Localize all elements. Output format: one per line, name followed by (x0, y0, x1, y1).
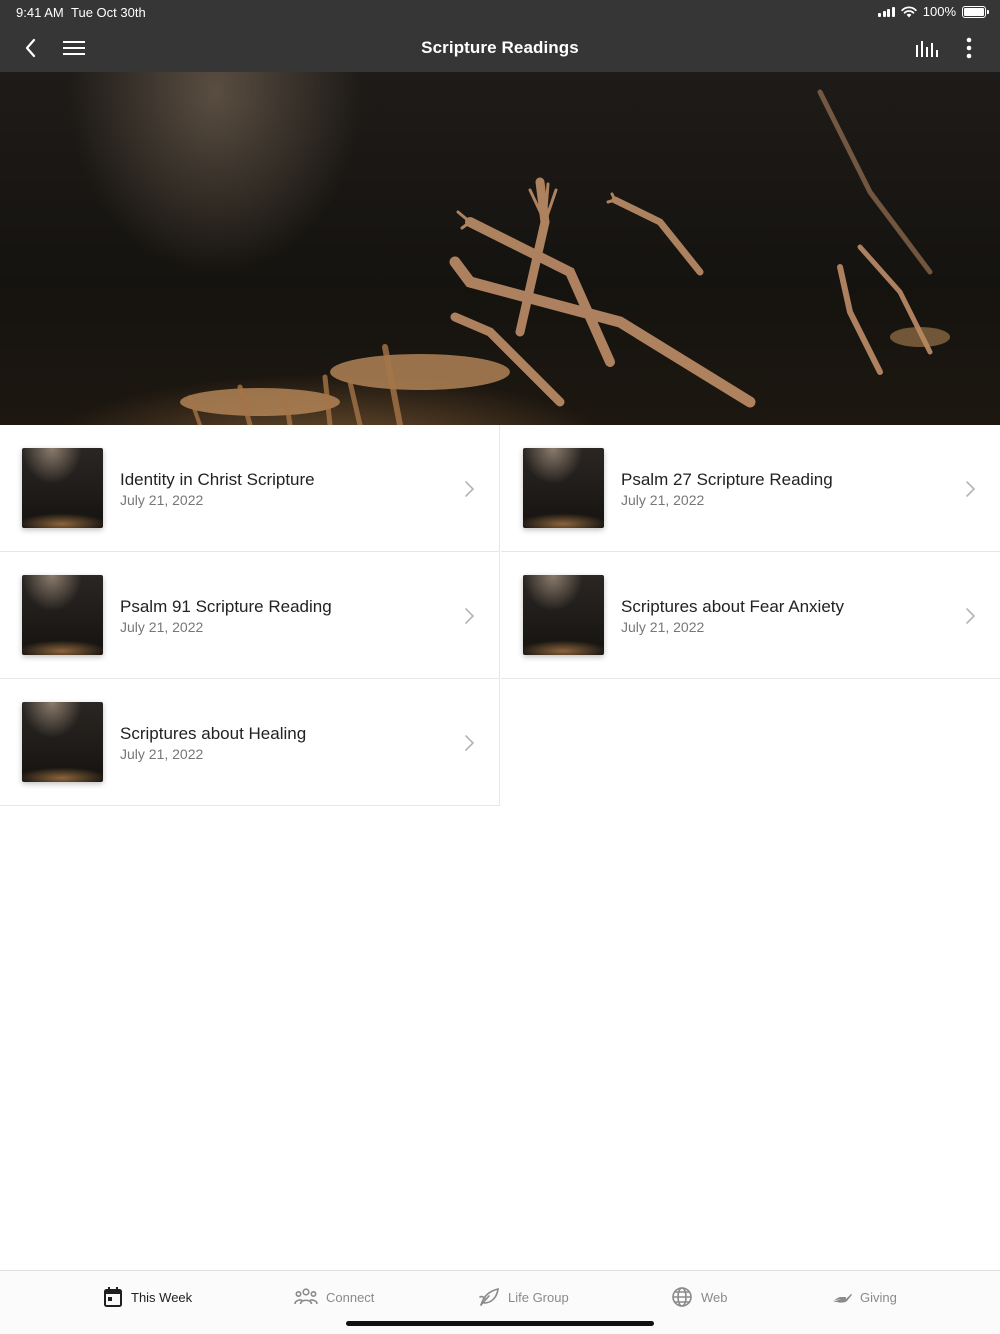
chevron-right-icon (966, 608, 976, 624)
bar-chart-icon (916, 41, 938, 57)
item-thumbnail (523, 575, 604, 655)
page-title: Scripture Readings (421, 38, 579, 57)
list-item[interactable]: Psalm 27 Scripture Reading July 21, 2022 (501, 425, 1000, 552)
item-date: July 21, 2022 (120, 746, 204, 762)
stats-button[interactable] (911, 34, 941, 62)
tab-web[interactable]: Web (671, 1285, 728, 1309)
list-item[interactable]: Identity in Christ Scripture July 21, 20… (0, 425, 500, 552)
tab-label: Life Group (508, 1289, 569, 1305)
more-options-button[interactable] (954, 34, 984, 62)
tab-giving[interactable]: Giving (830, 1285, 897, 1309)
wifi-icon (901, 5, 917, 17)
more-vertical-icon (966, 37, 972, 59)
list-item[interactable]: Psalm 91 Scripture Reading July 21, 2022 (0, 552, 500, 679)
tab-label: This Week (131, 1289, 193, 1305)
battery-icon (962, 5, 989, 18)
tab-life-group[interactable]: Life Group (478, 1285, 569, 1309)
battery-percent: 100% (922, 4, 956, 19)
status-bar: 9:41 AM Tue Oct 30th 100% (0, 0, 1000, 24)
chevron-right-icon (966, 481, 976, 497)
status-right: 100% (878, 4, 989, 19)
hero-image (0, 72, 1000, 425)
cellular-signal-icon (878, 6, 895, 17)
item-title: Psalm 27 Scripture Reading (621, 470, 833, 489)
item-title: Identity in Christ Scripture (120, 470, 315, 489)
globe-icon (672, 1287, 692, 1307)
item-date: July 21, 2022 (120, 492, 204, 508)
item-date: July 21, 2022 (621, 492, 705, 508)
people-icon (294, 1288, 318, 1305)
calendar-icon (104, 1287, 122, 1307)
leaf-icon (479, 1287, 499, 1306)
item-thumbnail (22, 702, 103, 782)
chevron-right-icon (465, 608, 475, 624)
status-date: Tue Oct 30th (71, 5, 146, 20)
tab-this-week[interactable]: This Week (103, 1285, 192, 1309)
top-bar: 9:41 AM Tue Oct 30th 100% Scripture Read… (0, 0, 1000, 72)
item-thumbnail (22, 575, 103, 655)
item-title: Scriptures about Healing (120, 724, 307, 743)
navigation-bar: Scripture Readings (0, 24, 1000, 72)
home-indicator[interactable] (346, 1321, 654, 1326)
item-thumbnail (523, 448, 604, 528)
tab-label: Connect (326, 1289, 375, 1305)
chevron-right-icon (465, 481, 475, 497)
item-date: July 21, 2022 (120, 619, 204, 635)
raised-hands-illustration (180, 89, 950, 425)
tab-label: Web (701, 1289, 728, 1305)
tab-connect[interactable]: Connect (294, 1285, 374, 1309)
giving-hand-icon (831, 1293, 852, 1303)
list-item[interactable]: Scriptures about Fear Anxiety July 21, 2… (501, 552, 1000, 679)
status-time: 9:41 AM (16, 5, 64, 20)
item-date: July 21, 2022 (621, 619, 705, 635)
chevron-right-icon (465, 735, 475, 751)
tab-label: Giving (860, 1289, 897, 1305)
item-thumbnail (22, 448, 103, 528)
item-title: Psalm 91 Scripture Reading (120, 597, 332, 616)
item-title: Scriptures about Fear Anxiety (621, 597, 845, 616)
list-item[interactable]: Scriptures about Healing July 21, 2022 (0, 679, 500, 806)
